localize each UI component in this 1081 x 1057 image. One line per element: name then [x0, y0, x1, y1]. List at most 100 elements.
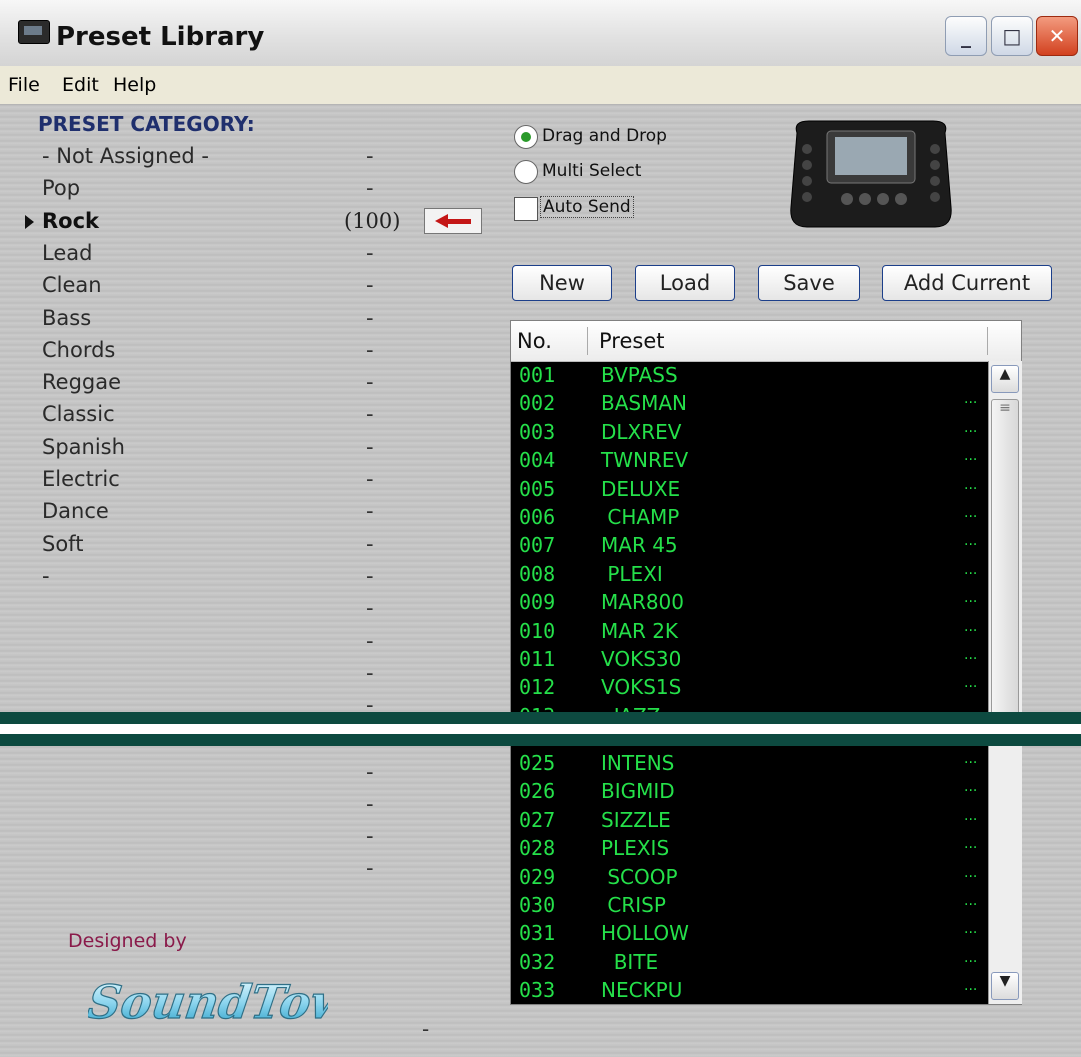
- preset-library-window: Preset Library _ □ ✕ File Edit Help PRES…: [0, 0, 1081, 1057]
- category-item[interactable]: Pop -: [0, 174, 500, 204]
- preset-row[interactable]: 007 MAR 45...: [511, 533, 986, 561]
- preset-row[interactable]: 009 MAR800...: [511, 590, 986, 618]
- preset-more-button[interactable]: ...: [964, 590, 977, 606]
- load-button[interactable]: Load: [635, 265, 735, 301]
- save-button[interactable]: Save: [758, 265, 860, 301]
- preset-number: 007: [519, 533, 556, 558]
- preset-row[interactable]: 005 DELUXE...: [511, 477, 986, 505]
- preset-name: MAR800: [601, 590, 685, 615]
- auto-send-label: Auto Send: [540, 196, 634, 218]
- preset-row[interactable]: 012 VOKS1S...: [511, 675, 986, 703]
- category-item[interactable]: Bass -: [0, 304, 500, 334]
- preset-number: 011: [519, 647, 556, 671]
- menu-bar: File Edit Help: [0, 66, 1081, 105]
- preset-more-button[interactable]: ...: [964, 420, 977, 436]
- preset-more-button[interactable]: ...: [964, 619, 977, 635]
- preset-more-button[interactable]: ...: [964, 533, 977, 549]
- device-image: [790, 120, 952, 228]
- bottom-dash: -: [422, 1017, 430, 1041]
- category-item[interactable]: -: [0, 594, 500, 624]
- preset-more-button[interactable]: ...: [964, 921, 977, 937]
- menu-edit[interactable]: Edit: [62, 74, 99, 96]
- preset-more-button[interactable]: ...: [964, 448, 977, 464]
- preset-more-button[interactable]: ...: [964, 950, 977, 966]
- category-item[interactable]: Clean -: [0, 271, 500, 301]
- category-item[interactable]: Lead -: [0, 239, 500, 269]
- category-item[interactable]: -: [0, 627, 500, 657]
- preset-row[interactable]: 027 SIZZLE...: [511, 808, 986, 836]
- preset-row[interactable]: 032 BITE...: [511, 950, 986, 978]
- preset-more-button[interactable]: ...: [964, 477, 977, 493]
- minimize-button[interactable]: _: [945, 16, 987, 56]
- preset-number: 005: [519, 476, 556, 501]
- drag-and-drop-radio[interactable]: [514, 125, 538, 149]
- category-item[interactable]: Electric -: [0, 465, 500, 495]
- category-item[interactable]: Chords -: [0, 336, 500, 366]
- preset-more-button[interactable]: ...: [964, 808, 977, 824]
- scroll-down-arrow-icon[interactable]: ▼: [991, 972, 1019, 1000]
- preset-more-button[interactable]: ...: [964, 647, 977, 663]
- preset-name: CRISP: [601, 893, 666, 917]
- preset-row[interactable]: 008 PLEXI...: [511, 562, 986, 590]
- preset-row[interactable]: 002 BASMAN...: [511, 391, 986, 419]
- preset-row[interactable]: 010 MAR 2K...: [511, 619, 986, 647]
- preset-more-button[interactable]: ...: [964, 779, 977, 795]
- scroll-up-arrow-icon[interactable]: ▲: [991, 365, 1019, 393]
- window-title: Preset Library: [56, 22, 265, 52]
- category-name: Dance: [42, 499, 109, 524]
- new-button[interactable]: New: [512, 265, 612, 301]
- preset-list[interactable]: No. Preset 001 BVPASS 002 BASMAN... 003 DLXRE…: [510, 320, 1022, 1005]
- preset-more-button[interactable]: ...: [964, 978, 977, 994]
- screenshot-break-band: [0, 734, 1081, 746]
- category-item[interactable]: Soft -: [0, 530, 500, 560]
- preset-more-button[interactable]: ...: [964, 505, 977, 521]
- category-item[interactable]: Spanish -: [0, 433, 500, 463]
- title-bar[interactable]: Preset Library _ □ ✕: [0, 0, 1081, 67]
- assign-category-button[interactable]: [424, 208, 482, 234]
- category-item[interactable]: Dance -: [0, 497, 500, 527]
- preset-name: CHAMP: [601, 505, 680, 529]
- preset-row[interactable]: 030 CRISP...: [511, 893, 986, 921]
- add-current-button[interactable]: Add Current: [882, 265, 1052, 301]
- category-item[interactable]: - Not Assigned - -: [0, 142, 500, 172]
- preset-row[interactable]: 033 NECKPU...: [511, 978, 986, 1006]
- app-icon: [18, 20, 50, 44]
- category-count: -: [366, 660, 374, 685]
- preset-more-button[interactable]: ...: [964, 675, 977, 691]
- preset-row[interactable]: 011 VOKS30...: [511, 647, 986, 675]
- preset-more-button[interactable]: ...: [964, 893, 977, 909]
- preset-row[interactable]: 029 SCOOP...: [511, 865, 986, 893]
- preset-more-button[interactable]: ...: [964, 836, 977, 852]
- column-preset[interactable]: Preset: [599, 329, 664, 353]
- preset-row[interactable]: 028 PLEXIS...: [511, 836, 986, 864]
- preset-row[interactable]: 025 INTENS...: [511, 751, 986, 779]
- category-name: Pop: [42, 176, 81, 201]
- preset-row[interactable]: 004 TWNREV...: [511, 448, 986, 476]
- maximize-button[interactable]: □: [991, 16, 1033, 56]
- menu-file[interactable]: File: [8, 74, 40, 96]
- preset-number: 002: [519, 391, 556, 416]
- category-item[interactable]: Classic -: [0, 400, 500, 430]
- preset-row[interactable]: 026 BIGMID...: [511, 779, 986, 807]
- category-item[interactable]: --: [0, 562, 500, 592]
- preset-list-scrollbar[interactable]: ▲ ≡ ▼: [988, 361, 1022, 1004]
- preset-row[interactable]: 001 BVPASS: [511, 363, 986, 391]
- close-button[interactable]: ✕: [1036, 16, 1078, 56]
- menu-help[interactable]: Help: [113, 74, 156, 96]
- category-item[interactable]: -: [0, 659, 500, 689]
- preset-more-button[interactable]: ...: [964, 751, 977, 767]
- preset-row[interactable]: 031 HOLLOW...: [511, 921, 986, 949]
- preset-name: VOKS1S: [601, 675, 682, 700]
- category-count: -: [366, 144, 374, 168]
- auto-send-checkbox[interactable]: [514, 197, 538, 221]
- preset-row[interactable]: 006 CHAMP...: [511, 505, 986, 533]
- preset-more-button[interactable]: ...: [964, 562, 977, 578]
- preset-more-button[interactable]: ...: [964, 865, 977, 881]
- column-no[interactable]: No.: [517, 329, 552, 353]
- multi-select-radio[interactable]: [514, 160, 538, 184]
- category-item[interactable]: Reggae -: [0, 368, 500, 398]
- preset-row[interactable]: 003 DLXREV...: [511, 420, 986, 448]
- scrollbar-thumb[interactable]: ≡: [991, 399, 1019, 719]
- preset-more-button[interactable]: ...: [964, 391, 977, 407]
- category-count: -: [366, 563, 374, 588]
